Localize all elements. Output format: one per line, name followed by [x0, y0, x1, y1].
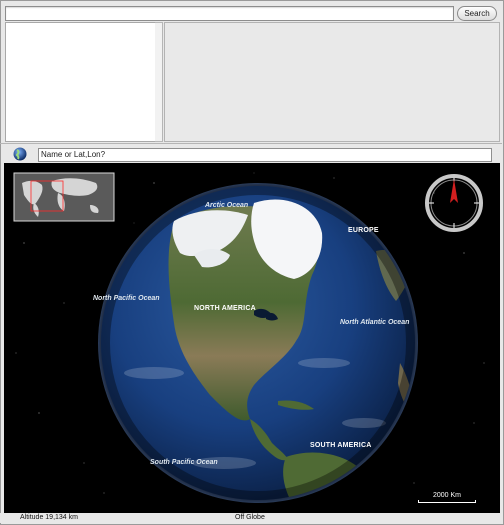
results-list-panel[interactable] [5, 22, 157, 142]
details-panel [164, 22, 500, 142]
status-altitude: Altitude 19,134 km [20, 514, 78, 521]
globe-icon[interactable] [13, 147, 27, 161]
search-button[interactable]: Search [457, 6, 497, 21]
globe-view[interactable]: Arctic Ocean EUROPE North Pacific Ocean … [4, 163, 500, 514]
world-map-icon[interactable] [13, 172, 115, 222]
location-input-placeholder: Name or Lat,Lon? [41, 150, 106, 159]
scale-bar: 2000 Km [418, 492, 476, 503]
search-input[interactable] [5, 6, 454, 21]
label-south-america: SOUTH AMERICA [310, 442, 372, 449]
compass-icon[interactable] [425, 174, 483, 232]
label-north-pacific: North Pacific Ocean [93, 295, 160, 302]
scale-bar-label: 2000 Km [432, 492, 462, 499]
label-south-pacific: South Pacific Ocean [150, 459, 218, 466]
label-north-america: NORTH AMERICA [194, 305, 256, 312]
status-globe-state: Off Globe [235, 514, 265, 521]
results-list-scrollbar[interactable] [155, 22, 163, 142]
label-north-atlantic: North Atlantic Ocean [340, 319, 410, 326]
scale-bar-line [418, 500, 476, 503]
globe-canvas [13, 172, 485, 503]
status-bar: Altitude 19,134 km Off Globe [0, 513, 502, 523]
label-europe: EUROPE [348, 227, 379, 234]
label-arctic-ocean: Arctic Ocean [205, 202, 249, 209]
location-input[interactable]: Name or Lat,Lon? [38, 148, 492, 162]
separator [0, 143, 502, 144]
